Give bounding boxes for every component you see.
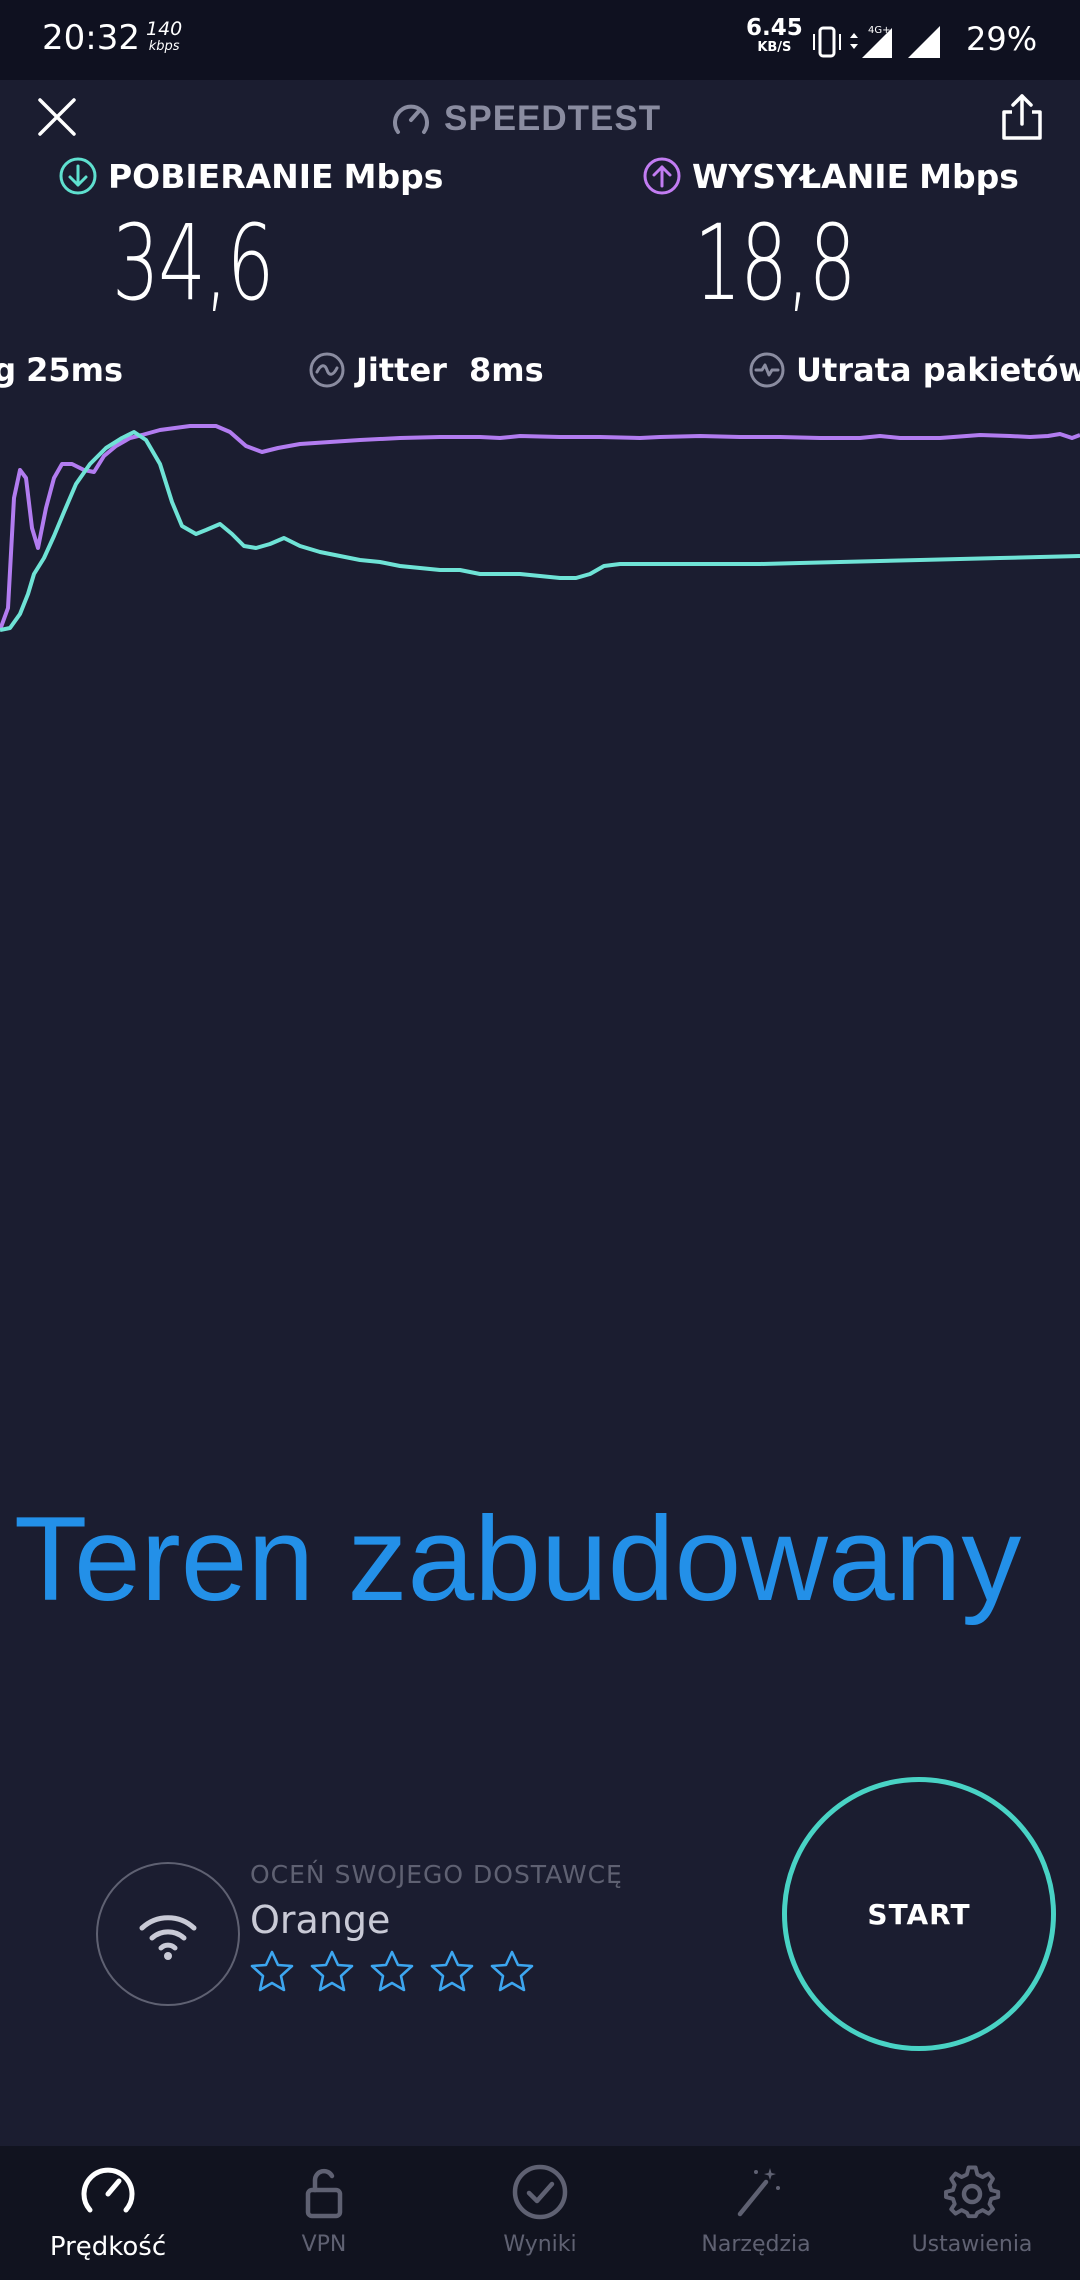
download-graph-line (0, 430, 1080, 632)
jitter-label: Jitter (356, 351, 447, 389)
wifi-icon (139, 1915, 197, 1960)
upload-header: WYSYŁANIE Mbps (642, 152, 1019, 200)
app-brand: SPEEDTEST (390, 94, 661, 144)
provider-name: Orange (250, 1898, 391, 1942)
upload-label: WYSYŁANIE (692, 156, 910, 196)
star-icon[interactable] (488, 1948, 536, 1996)
nav-label-vpn: VPN (301, 2232, 347, 2257)
ping-value: 25ms (26, 351, 124, 389)
gear-icon (944, 2165, 1001, 2219)
location-caption: Teren zabudowany (14, 1492, 1022, 1626)
speedometer-icon (393, 104, 429, 134)
battery-percent: 29% (966, 20, 1038, 58)
check-circle-icon (512, 2164, 568, 2220)
magic-wand-icon (737, 2168, 780, 2217)
nav-label-tools: Narzędzia (701, 2232, 811, 2257)
status-speed-unit: kbps (148, 39, 180, 54)
nav-label-speed: Prędkość (49, 2232, 167, 2262)
status-net-speed: 6.45 KB/S (746, 17, 803, 58)
status-time: 20:32 (42, 18, 140, 58)
nav-item-results[interactable]: Wyniki (432, 2146, 648, 2280)
signal-4g-icon: 4G+ (850, 25, 892, 58)
rating-stars[interactable] (248, 1948, 536, 1996)
wifi-badge (96, 1862, 240, 2006)
lock-icon (305, 2168, 343, 2219)
nav-label-settings: Ustawienia (911, 2232, 1033, 2257)
nav-item-tools[interactable]: Narzędzia (648, 2146, 864, 2280)
start-button-label: START (867, 1897, 971, 1931)
upload-value: 18,8 (694, 202, 856, 324)
status-speed: 140 kbps (146, 20, 182, 56)
latency-row: Ping 25ms Jitter 8ms Utrata pakietów (0, 344, 1080, 396)
download-label: POBIERANIE (108, 156, 334, 196)
jitter-item: Jitter 8ms (308, 344, 544, 396)
vibrate-icon (813, 26, 841, 58)
status-net-unit: KB/S (757, 40, 792, 55)
nav-item-vpn[interactable]: VPN (216, 2146, 432, 2280)
jitter-icon (309, 352, 345, 388)
nav-item-settings[interactable]: Ustawienia (864, 2146, 1080, 2280)
upload-graph-line (0, 424, 1080, 631)
signal-icon (908, 26, 940, 58)
bottom-nav: Prędkość VPN Wyniki Narzędzia Ustawienia (0, 2146, 1080, 2280)
speed-graph (0, 424, 1080, 632)
packet-loss-icon (749, 352, 785, 388)
provider-panel: OCEŃ SWOJEGO DOSTAWCĘ Orange (96, 1860, 756, 2020)
ping-item: Ping 25ms (0, 344, 123, 396)
rate-provider-label: OCEŃ SWOJEGO DOSTAWCĘ (250, 1860, 623, 1889)
star-icon[interactable] (368, 1948, 416, 1996)
upload-unit: Mbps (919, 156, 1019, 196)
status-icons: 4G+ (813, 25, 940, 58)
status-bar: 20:32 140 kbps 6.45 KB/S 4G+ 29% (0, 0, 1080, 80)
share-icon[interactable] (998, 92, 1046, 142)
download-unit: Mbps (343, 156, 444, 196)
nav-item-speed[interactable]: Prędkość (0, 2146, 216, 2280)
packet-loss-item: Utrata pakietów (748, 344, 1080, 396)
start-button[interactable]: START (782, 1777, 1056, 2051)
download-arrow-icon (59, 157, 97, 195)
nav-label-results: Wyniki (503, 2232, 577, 2257)
speedometer-icon (81, 2167, 135, 2213)
download-header: POBIERANIE Mbps (58, 152, 443, 200)
upload-arrow-icon (643, 157, 681, 195)
ping-label: Ping (0, 351, 17, 389)
star-icon[interactable] (248, 1948, 296, 1996)
app-title: SPEEDTEST (444, 99, 662, 138)
close-icon[interactable] (34, 94, 80, 140)
top-bar: SPEEDTEST (0, 80, 1080, 160)
star-icon[interactable] (308, 1948, 356, 1996)
status-speed-value: 140 (146, 18, 183, 40)
jitter-value: 8ms (468, 351, 544, 389)
packet-loss-label: Utrata pakietów (796, 351, 1080, 389)
download-value: 34,6 (112, 202, 274, 324)
star-icon[interactable] (428, 1948, 476, 1996)
